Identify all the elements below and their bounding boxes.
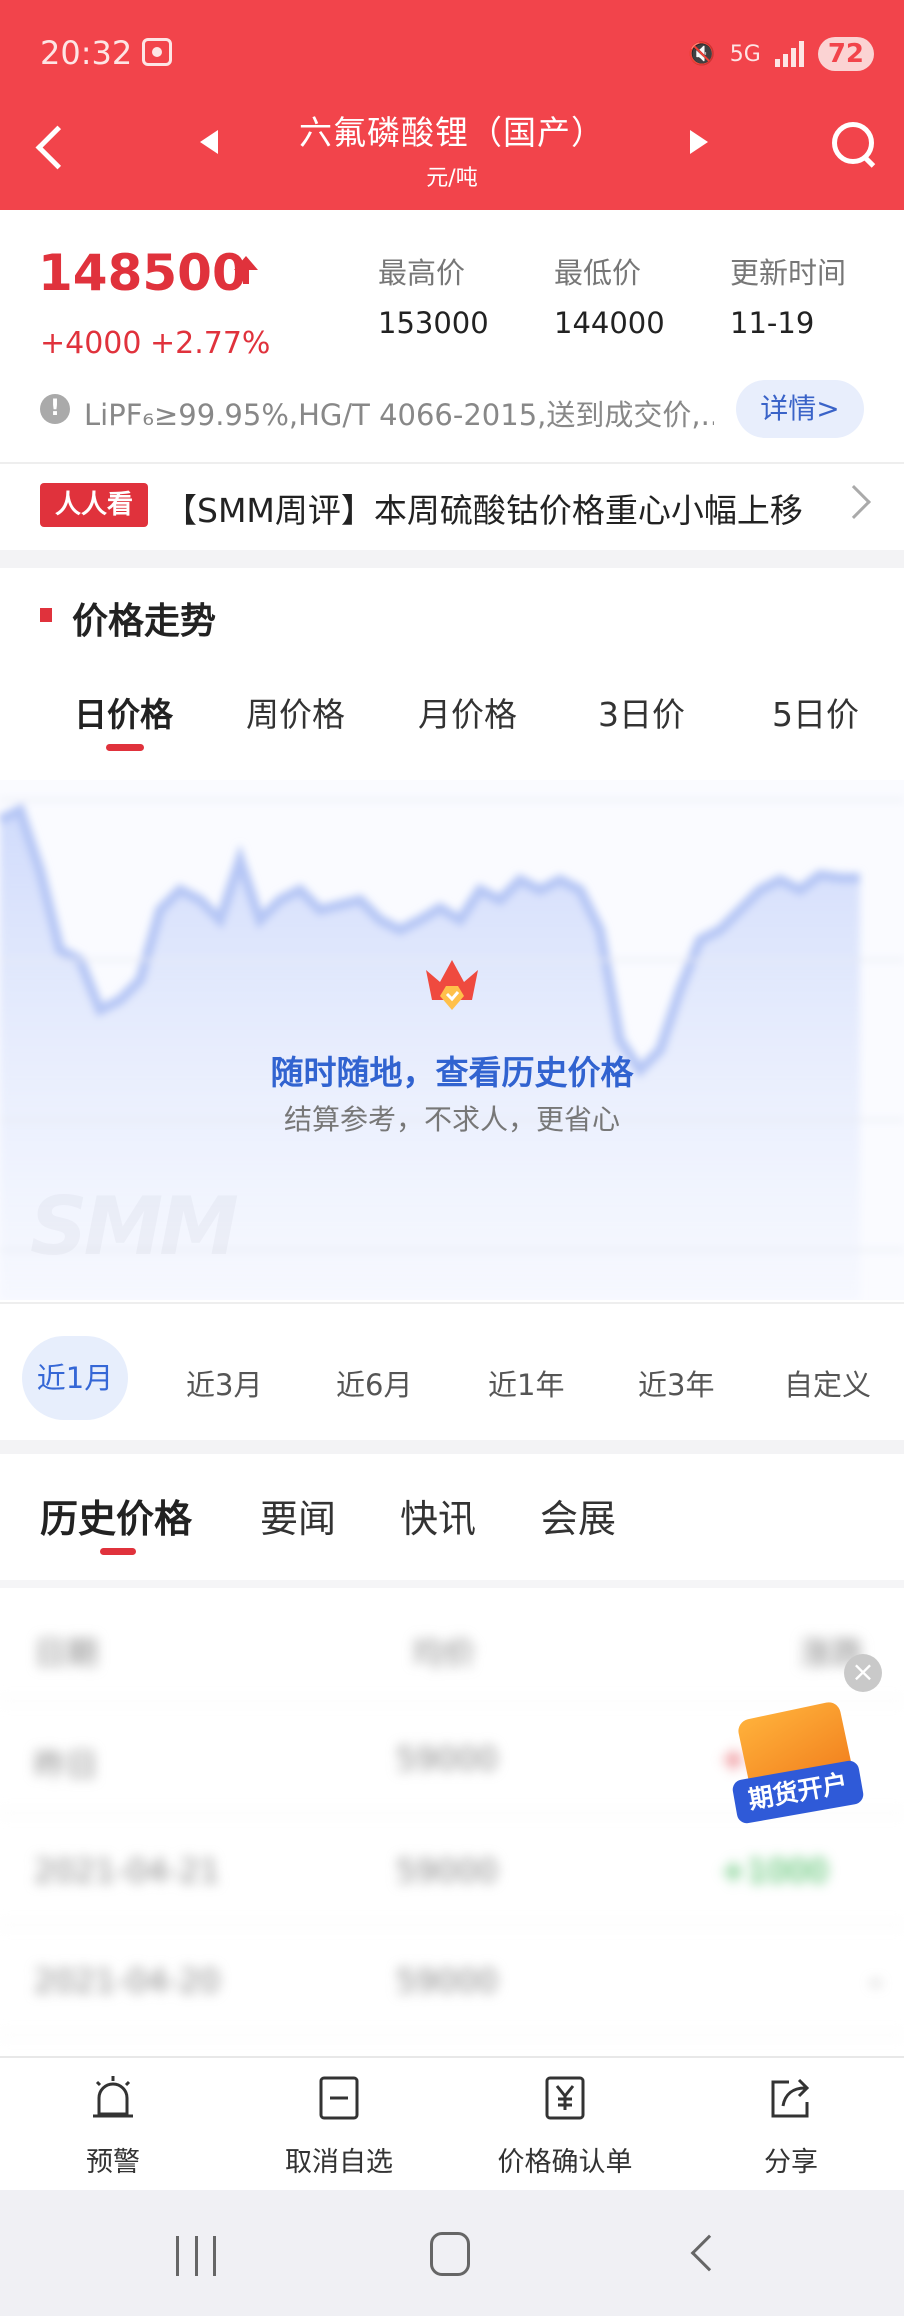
table-header-row: 日期 均价 涨跌	[0, 1592, 904, 1702]
tab-flash[interactable]: 快讯	[400, 1488, 476, 1543]
screen-record-icon	[142, 38, 172, 66]
divider	[0, 462, 904, 464]
tab-monthly-price[interactable]: 月价格	[418, 688, 517, 736]
low-price-value: 144000	[554, 306, 665, 340]
section-gap	[0, 550, 904, 568]
info-icon: !	[40, 394, 70, 424]
table-row: 2021-04-21 59000 +1000	[0, 1816, 904, 1926]
table-cell: +1000	[720, 1852, 829, 1890]
high-price-value: 153000	[378, 306, 489, 340]
price-change: +4000	[40, 326, 142, 361]
share-button[interactable]: 分享	[678, 2058, 904, 2192]
yuan-document-icon	[545, 2076, 585, 2120]
next-product-icon[interactable]	[684, 128, 714, 158]
signal-icon	[774, 41, 804, 67]
remove-watchlist-icon	[319, 2076, 359, 2120]
table-row: 2021-04-20 59000 -	[0, 1926, 904, 2036]
previous-product-icon[interactable]	[196, 128, 226, 158]
tab-news[interactable]: 要闻	[260, 1488, 336, 1543]
alert-label: 预警	[86, 2147, 140, 2178]
tab-weekly-price[interactable]: 周价格	[246, 688, 345, 736]
table-cell: 昨日	[34, 1746, 99, 1784]
low-price-label: 最低价	[554, 256, 642, 290]
product-spec: LiPF₆≥99.95%,HG/T 4066-2015,送到成交价,...	[84, 398, 714, 432]
divider	[0, 1302, 904, 1304]
chevron-right-icon[interactable]	[837, 485, 871, 519]
close-icon[interactable]: ×	[844, 1654, 882, 1692]
remove-watchlist-button[interactable]: 取消自选	[226, 2058, 452, 2192]
status-bar: 20:32 🔇 5G 72	[0, 0, 904, 110]
battery-indicator: 72	[817, 37, 874, 71]
chart-overlay-title[interactable]: 随时随地，查看历史价格	[0, 1046, 904, 1094]
section-marker	[40, 608, 52, 622]
table-cell: 2021-04-20	[34, 1962, 220, 2000]
remove-watchlist-label: 取消自选	[285, 2147, 393, 2178]
app-header: 20:32 🔇 5G 72 六氟磷酸锂（国产） 元/吨	[0, 0, 904, 210]
alert-button[interactable]: 预警	[0, 2058, 226, 2192]
range-3-months[interactable]: 近3月	[186, 1362, 262, 1404]
price-chart-area[interactable]: 随时随地，查看历史价格 结算参考，不求人，更省心 SMM	[0, 780, 904, 1300]
status-time: 20:32	[40, 34, 133, 72]
section-title-trend: 价格走势	[72, 601, 217, 642]
update-time-label: 更新时间	[730, 256, 847, 290]
chart-overlay-subtitle: 结算参考，不求人，更省心	[283, 1103, 620, 1136]
table-cell: 59000	[396, 1740, 498, 1778]
bottom-action-bar: 预警 取消自选 价格确认单 分享	[0, 2056, 904, 2190]
share-label: 分享	[764, 2147, 818, 2178]
chart-watermark: SMM	[30, 1180, 239, 1273]
high-price-label: 最高价	[378, 256, 466, 290]
home-icon[interactable]	[430, 2232, 470, 2276]
range-3-years[interactable]: 近3年	[638, 1362, 714, 1404]
recent-apps-icon[interactable]	[176, 2236, 216, 2276]
tab-history-price[interactable]: 历史价格	[40, 1488, 192, 1543]
update-time-value: 11-19	[730, 306, 815, 340]
active-tab-indicator	[100, 1548, 136, 1555]
table-cell: 日期	[34, 1634, 99, 1672]
active-tab-indicator	[106, 744, 144, 751]
share-icon	[771, 2078, 810, 2118]
detail-button[interactable]: 详情>	[736, 380, 864, 438]
price-confirmation-label: 价格确认单	[497, 2147, 633, 2178]
alarm-icon	[93, 2076, 133, 2118]
back-icon[interactable]	[24, 116, 84, 176]
system-navigation-bar	[0, 2190, 904, 2316]
search-icon[interactable]	[820, 112, 884, 176]
table-cell: 59000	[396, 1962, 498, 2000]
mute-icon: 🔇	[688, 41, 716, 67]
table-cell: 59000	[396, 1852, 498, 1890]
section-gap	[0, 1440, 904, 1454]
price-unit: 元/吨	[426, 166, 478, 191]
news-headline[interactable]: 【SMM周评】本周硫酸钴价格重心小幅上移	[164, 484, 803, 532]
crown-shield-icon	[426, 960, 478, 1010]
divider	[0, 1580, 904, 1588]
news-badge: 人人看	[40, 483, 148, 527]
range-1-year[interactable]: 近1年	[488, 1362, 564, 1404]
table-cell: -	[870, 1962, 882, 2000]
tab-daily-price[interactable]: 日价格	[74, 688, 173, 736]
futures-account-ad[interactable]: 期货开户	[731, 1700, 865, 1825]
page-title: 六氟磷酸锂（国产）	[299, 113, 605, 152]
range-1-month[interactable]: 近1月	[22, 1336, 128, 1420]
price-confirmation-button[interactable]: 价格确认单	[452, 2058, 678, 2192]
range-custom[interactable]: 自定义	[784, 1362, 871, 1404]
system-back-icon[interactable]	[690, 2234, 728, 2272]
status-icons: 🔇 5G 72	[688, 34, 874, 74]
table-cell: 2021-04-21	[34, 1852, 220, 1890]
table-cell: 均价	[412, 1634, 477, 1672]
current-price: 148500	[38, 244, 247, 302]
tab-3day-price[interactable]: 3日价	[598, 688, 685, 736]
network-label: 5G	[729, 41, 761, 67]
range-6-months[interactable]: 近6月	[336, 1362, 412, 1404]
tab-5day-price[interactable]: 5日价	[772, 688, 859, 736]
price-up-arrow-icon	[232, 256, 260, 290]
tab-exhibition[interactable]: 会展	[540, 1488, 616, 1543]
price-change-percent: +2.77%	[150, 326, 271, 361]
